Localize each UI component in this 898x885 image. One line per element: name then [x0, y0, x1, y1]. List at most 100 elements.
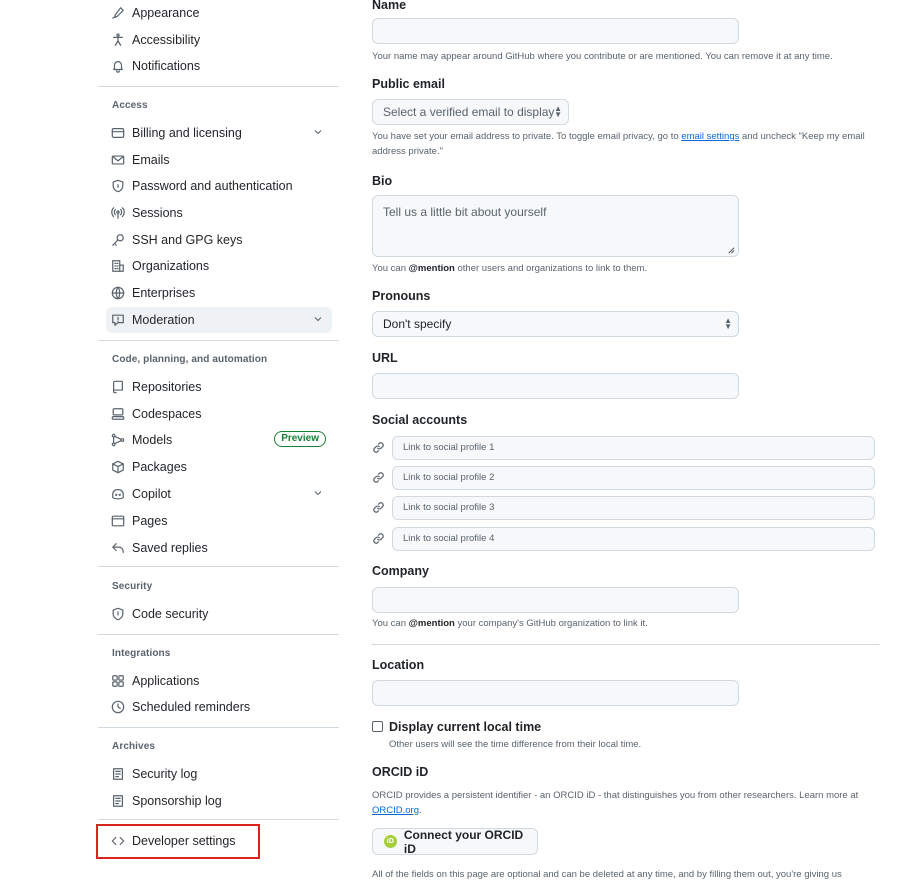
sidebar-item-label: Scheduled reminders	[132, 700, 251, 714]
section-heading-integrations: Integrations	[112, 648, 171, 659]
social-profile-input-1[interactable]: Link to social profile 1	[392, 436, 875, 460]
name-input[interactable]	[372, 18, 739, 44]
divider	[98, 727, 339, 728]
sidebar-item-models[interactable]: Models Preview	[106, 427, 332, 453]
sidebar-item-pages[interactable]: Pages	[106, 508, 332, 534]
resize-grip-icon[interactable]	[726, 245, 735, 254]
chevron-down-icon[interactable]	[312, 487, 326, 501]
select-arrows-icon: ▲ ▼	[724, 316, 732, 331]
sidebar-item-label: Billing and licensing	[132, 126, 242, 140]
sidebar-item-label: Packages	[132, 460, 187, 474]
mail-icon	[110, 152, 126, 168]
organization-icon	[110, 258, 126, 274]
section-heading-archives: Archives	[112, 741, 156, 752]
sidebar-item-label: Sponsorship log	[132, 794, 222, 808]
orcid-note-text: ORCID provides a persistent identifier -…	[372, 790, 859, 801]
divider	[98, 340, 339, 341]
sidebar-item-notifications[interactable]: Notifications	[106, 53, 332, 79]
sidebar-item-label: Moderation	[132, 313, 195, 327]
social-account-row: Link to social profile 1	[372, 436, 875, 460]
sidebar-item-sessions[interactable]: Sessions	[106, 200, 332, 226]
name-note: Your name may appear around GitHub where…	[372, 51, 833, 62]
sidebar-item-label: Code security	[132, 607, 209, 621]
sidebar-item-sponsorship-log[interactable]: Sponsorship log	[106, 788, 332, 814]
link-icon	[372, 532, 386, 546]
divider	[98, 634, 339, 635]
display-local-time-checkbox[interactable]	[372, 721, 383, 732]
sidebar-item-label: Notifications	[132, 59, 201, 73]
orcid-org-link[interactable]: ORCID.org	[372, 805, 419, 816]
sidebar-item-emails[interactable]: Emails	[106, 147, 332, 173]
optional-fields-note: All of the fields on this page are optio…	[372, 869, 842, 880]
ai-model-icon	[110, 432, 126, 448]
public-email-select-value: Select a verified email to display	[383, 105, 555, 119]
sidebar-item-label: Sessions	[132, 206, 183, 220]
company-note-text: your company's GitHub organization to li…	[457, 618, 648, 629]
key-icon	[110, 232, 126, 248]
location-input[interactable]	[372, 680, 739, 706]
sidebar-item-packages[interactable]: Packages	[106, 454, 332, 480]
orcid-logo-icon: iD	[384, 835, 397, 848]
url-input[interactable]	[372, 373, 739, 399]
social-account-row: Link to social profile 2	[372, 466, 875, 490]
globe-icon	[110, 285, 126, 301]
sidebar-item-label: Accessibility	[132, 33, 201, 47]
package-icon	[110, 459, 126, 475]
sidebar-item-ssh-gpg[interactable]: SSH and GPG keys	[106, 227, 332, 253]
sidebar-item-codespaces[interactable]: Codespaces	[106, 401, 332, 427]
public-email-select[interactable]: Select a verified email to display ▲ ▼	[372, 99, 569, 125]
social-profile-input-3[interactable]: Link to social profile 3	[392, 496, 875, 520]
pronouns-label: Pronouns	[372, 289, 431, 303]
sidebar-item-label: Enterprises	[132, 286, 196, 300]
email-settings-link[interactable]: email settings	[681, 131, 739, 142]
copilot-icon	[110, 486, 126, 502]
url-label: URL	[372, 351, 398, 365]
sidebar-item-label: Applications	[132, 674, 200, 688]
sidebar-item-saved-replies[interactable]: Saved replies	[106, 535, 332, 561]
sidebar-item-copilot[interactable]: Copilot	[106, 481, 332, 507]
sidebar-item-label: Saved replies	[132, 541, 208, 555]
link-icon	[372, 441, 386, 455]
sidebar-item-organizations[interactable]: Organizations	[106, 253, 332, 279]
sidebar-item-label: Appearance	[132, 6, 200, 20]
sidebar-item-enterprises[interactable]: Enterprises	[106, 280, 332, 306]
reply-icon	[110, 540, 126, 556]
highlight-box	[96, 824, 260, 859]
sidebar-item-password[interactable]: Password and authentication	[106, 173, 332, 199]
sidebar-item-accessibility[interactable]: Accessibility	[106, 27, 332, 53]
sidebar-item-repositories[interactable]: Repositories	[106, 374, 332, 400]
social-accounts-label: Social accounts	[372, 413, 468, 427]
select-arrows-icon: ▲ ▼	[554, 104, 562, 119]
sidebar-item-billing[interactable]: Billing and licensing	[106, 120, 332, 146]
company-input[interactable]	[372, 587, 739, 613]
public-email-label: Public email	[372, 77, 445, 91]
sidebar-item-label: Pages	[132, 514, 168, 528]
link-icon	[372, 501, 386, 515]
social-profile-input-4[interactable]: Link to social profile 4	[392, 527, 875, 551]
log-icon	[110, 793, 126, 809]
sidebar-item-appearance[interactable]: Appearance	[106, 0, 332, 26]
settings-sidebar: Appearance Accessibility Notifications A…	[0, 0, 345, 885]
shield-icon	[110, 606, 126, 622]
sidebar-item-moderation[interactable]: Moderation	[106, 307, 332, 333]
display-local-time-label[interactable]: Display current local time	[389, 720, 541, 734]
bio-note-text: other users and organizations to link to…	[457, 263, 648, 274]
bio-textarea[interactable]: Tell us a little bit about yourself	[372, 195, 739, 257]
pronouns-select[interactable]: Don't specify ▲ ▼	[372, 311, 739, 337]
chevron-down-icon[interactable]	[312, 126, 326, 140]
connect-orcid-button[interactable]: iD Connect your ORCID iD	[372, 827, 538, 856]
email-privacy-note: You have set your email address to priva…	[372, 129, 872, 159]
location-label: Location	[372, 658, 425, 672]
sidebar-item-label: Security log	[132, 767, 198, 781]
company-note: You can @mention your company's GitHub o…	[372, 616, 882, 631]
sidebar-item-applications[interactable]: Applications	[106, 668, 332, 694]
connect-orcid-label: Connect your ORCID iD	[403, 827, 524, 856]
sidebar-item-security-log[interactable]: Security log	[106, 761, 332, 787]
mention-text: @mention	[408, 263, 455, 274]
apps-icon	[110, 673, 126, 689]
sidebar-item-scheduled-reminders[interactable]: Scheduled reminders	[106, 694, 332, 720]
chevron-down-icon[interactable]	[312, 313, 326, 327]
section-heading-security: Security	[112, 581, 153, 592]
sidebar-item-code-security[interactable]: Code security	[106, 601, 332, 627]
social-profile-input-2[interactable]: Link to social profile 2	[392, 466, 875, 490]
